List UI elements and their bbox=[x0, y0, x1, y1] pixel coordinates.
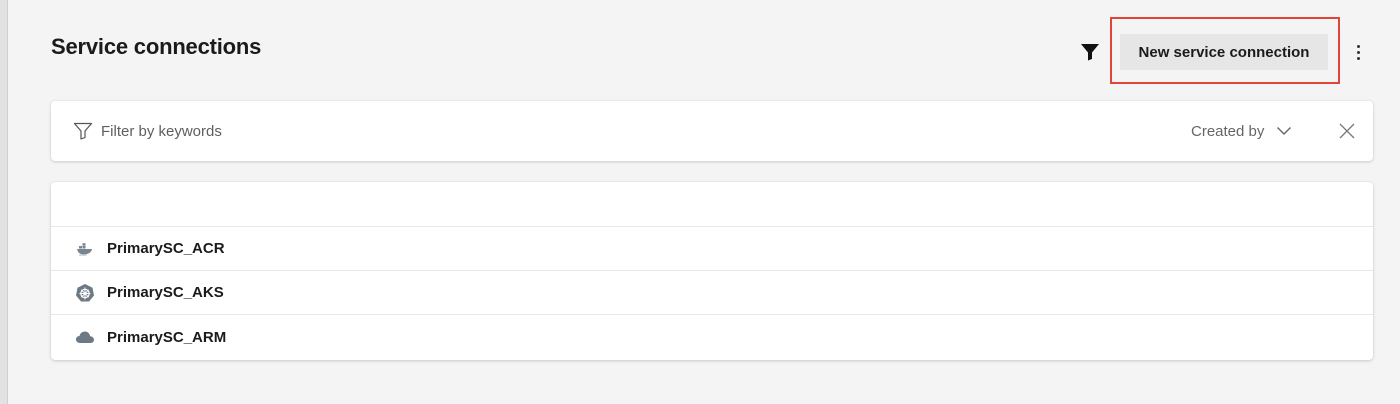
kubernetes-icon bbox=[75, 283, 95, 303]
connection-name: PrimarySC_ACR bbox=[107, 240, 225, 257]
funnel-icon bbox=[1081, 44, 1099, 61]
page: Service connections New service connecti… bbox=[8, 0, 1400, 404]
more-vertical-icon bbox=[1356, 44, 1360, 48]
connection-name: PrimarySC_ARM bbox=[107, 328, 227, 346]
new-service-connection-button[interactable]: New service connection bbox=[1120, 34, 1328, 70]
created-by-label: Created by bbox=[1191, 122, 1265, 140]
list-header bbox=[51, 182, 1373, 227]
close-icon[interactable] bbox=[1338, 122, 1356, 140]
docker-icon: docker bbox=[75, 239, 95, 259]
page-title: Service connections bbox=[51, 34, 262, 59]
list-item[interactable]: docker PrimarySC_ACR bbox=[51, 227, 1373, 271]
left-rail bbox=[0, 0, 8, 404]
filter-keywords-input[interactable] bbox=[101, 119, 701, 143]
more-options-button[interactable] bbox=[1348, 38, 1368, 66]
service-connections-list: docker PrimarySC_ACR PrimarySC_AKS Prima… bbox=[51, 182, 1373, 360]
filter-icon bbox=[73, 122, 93, 140]
connection-name: PrimarySC_AKS bbox=[107, 284, 224, 301]
created-by-dropdown[interactable]: Created by bbox=[1191, 119, 1292, 143]
svg-text:docker: docker bbox=[79, 252, 87, 255]
cloud-icon bbox=[75, 327, 95, 347]
list-item[interactable]: PrimarySC_ARM bbox=[51, 315, 1373, 359]
filter-toggle-button[interactable] bbox=[1079, 41, 1101, 63]
filter-bar: Created by bbox=[51, 101, 1373, 161]
list-item[interactable]: PrimarySC_AKS bbox=[51, 271, 1373, 315]
chevron-down-icon bbox=[1277, 127, 1292, 135]
